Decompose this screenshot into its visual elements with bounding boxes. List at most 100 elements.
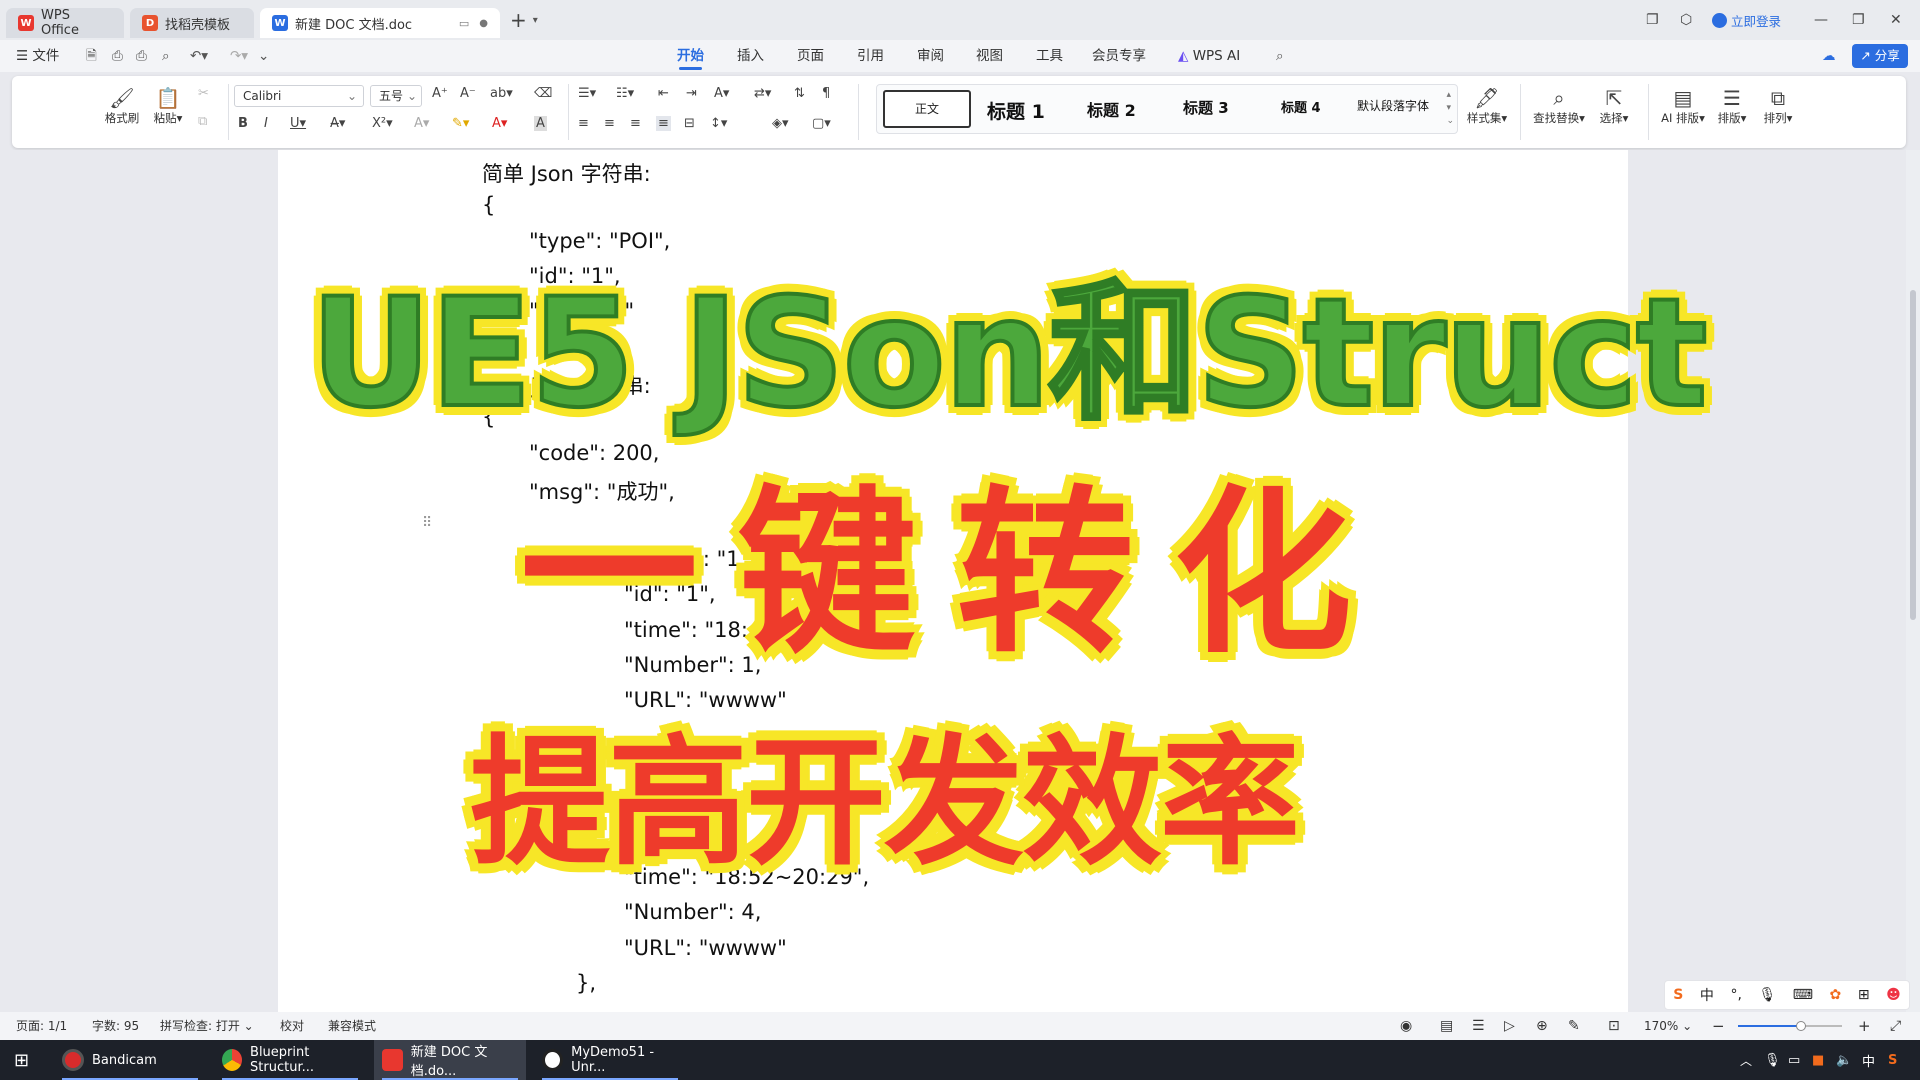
proofread-button[interactable]: 校对 [280,1012,304,1040]
char-shading-icon[interactable]: A [534,116,547,131]
scrollbar-thumb[interactable] [1910,290,1916,620]
ime-mode[interactable]: 中 [1700,985,1714,1005]
shading-icon[interactable]: ◈▾ [772,116,789,131]
minimize-icon[interactable]: — [1814,0,1828,40]
restore-layout-icon[interactable]: ❐ [1646,0,1659,40]
outline-view-icon[interactable]: ☰ [1472,1012,1485,1040]
tab-wps-office[interactable]: W WPS Office [6,8,124,38]
share-button[interactable]: ↗ 分享 [1852,44,1908,68]
tray-chevron-icon[interactable]: ︿ [1740,1040,1752,1080]
menu-tools[interactable]: 工具 [1036,40,1063,72]
tab-close-dot-icon[interactable]: ● [479,18,488,29]
menu-review[interactable]: 审阅 [917,40,944,72]
format-painter-button[interactable]: 🖌 格式刷 [100,86,144,126]
strikethrough-icon[interactable]: A̶▾ [330,116,345,131]
menu-page[interactable]: 页面 [797,40,824,72]
clear-format-icon[interactable]: ⌫ [534,86,552,101]
skin-icon[interactable]: ✿ [1830,987,1842,1003]
drag-handle-icon[interactable]: ⠿ [422,515,432,531]
pen-icon[interactable]: ✎ [1568,1012,1580,1040]
style-heading-3[interactable]: 标题 3 [1183,97,1229,118]
quick-access-chevron-icon[interactable]: ⌄ [258,40,269,72]
print-icon[interactable]: ⎙ [136,40,147,72]
copy-icon[interactable]: ⧉ [198,114,207,129]
taskbar-app-bandicam[interactable]: Bandicam [54,1040,206,1080]
font-name-select[interactable]: Calibri ⌄ [234,85,364,107]
style-normal[interactable]: 正文 [883,90,971,128]
taskbar-app-unreal[interactable]: MyDemo51 - Unr... [534,1040,686,1080]
web-view-icon[interactable]: ⊕ [1536,1012,1548,1040]
play-icon[interactable]: ▷ [1504,1012,1515,1040]
justify-icon[interactable]: ≡ [656,116,671,131]
align-left-icon[interactable]: ≡ [578,116,589,131]
highlight-icon[interactable]: ✎▾ [452,116,469,131]
grow-font-icon[interactable]: A⁺ [432,86,448,101]
menu-start[interactable]: 开始 [677,40,704,72]
tray-mic-icon[interactable]: 🎙 [1764,1040,1781,1080]
bold-icon[interactable]: B [238,116,248,131]
search-icon[interactable]: ⌕ [1276,40,1284,72]
tray-volume-icon[interactable]: 🔈 [1836,1040,1852,1080]
page-view-icon[interactable]: ▤ [1440,1012,1453,1040]
tray-sogou-icon[interactable]: S [1888,1040,1897,1080]
word-count[interactable]: 字数: 95 [92,1012,139,1040]
tray-orange-icon[interactable]: ■ [1812,1040,1824,1080]
cloud-icon[interactable]: ☁ [1822,40,1836,72]
text-direction-icon[interactable]: ⇄▾ [754,86,771,101]
login-button[interactable]: 立即登录 [1712,0,1781,40]
align-center-icon[interactable]: ≡ [604,116,615,131]
style-heading-1[interactable]: 标题 1 [987,97,1045,124]
select-button[interactable]: ⇱ 选择▾ [1594,86,1634,126]
sort-icon[interactable]: ⇅ [794,86,805,101]
taskbar-app-wps[interactable]: 新建 DOC 文档.do... [374,1040,526,1080]
numbered-list-icon[interactable]: ☷▾ [616,86,634,101]
close-icon[interactable]: ✕ [1890,0,1902,40]
style-default-para-font[interactable]: 默认段落字体 [1357,97,1429,114]
maximize-icon[interactable]: ❐ [1852,0,1865,40]
cube-icon[interactable]: ⬡ [1680,0,1692,40]
tab-docer-templates[interactable]: D 找稻壳模板 [130,8,254,38]
shrink-font-icon[interactable]: A⁻ [460,86,476,101]
grid-icon[interactable]: ⊞ [1858,987,1870,1003]
ai-layout-button[interactable]: ▤ AI 排版▾ [1658,86,1708,126]
redo-icon[interactable]: ↷▾ [230,40,248,72]
zoom-out-icon[interactable]: − [1712,1012,1725,1040]
layout-button[interactable]: ☰ 排版▾ [1712,86,1752,126]
italic-icon[interactable]: I [264,116,268,131]
zoom-in-icon[interactable]: + [1858,1012,1871,1040]
cut-icon[interactable]: ✂ [198,86,209,101]
show-marks-icon[interactable]: ¶ [822,86,830,101]
line-spacing-icon[interactable]: ↕▾ [710,116,727,131]
align-right-icon[interactable]: ≡ [630,116,641,131]
style-heading-2[interactable]: 标题 2 [1087,97,1136,121]
file-menu[interactable]: ☰ 文件 [16,40,59,72]
sogou-icon[interactable]: S [1673,987,1683,1003]
arrange-button[interactable]: ⧉ 排列▾ [1758,86,1798,126]
export-icon[interactable]: ⎙ [112,40,123,72]
fit-page-icon[interactable]: ⊡ [1608,1012,1620,1040]
tray-network-icon[interactable]: ▭ [1788,1040,1800,1080]
paste-button[interactable]: 📋 粘贴▾ [146,86,190,126]
mic-icon[interactable]: 🎙 [1758,987,1776,1003]
tab-new-doc[interactable]: W 新建 DOC 文档.doc ▭ ● [260,8,500,38]
borders-icon[interactable]: ▢▾ [812,116,831,131]
tray-lang[interactable]: 中 [1862,1040,1875,1080]
text-effect-icon[interactable]: A▾ [414,116,429,131]
spellcheck-toggle[interactable]: 拼写检查: 打开 ⌄ [160,1012,254,1040]
font-color-icon[interactable]: A▾ [492,116,507,131]
bullet-list-icon[interactable]: ☰▾ [578,86,596,101]
menu-view[interactable]: 视图 [976,40,1003,72]
zoom-slider[interactable] [1738,1021,1842,1031]
save-icon[interactable]: 🗎 [86,40,97,72]
taskbar-app-chrome[interactable]: Blueprint Structur... [214,1040,366,1080]
font-size-select[interactable]: 五号 ⌄ [370,85,422,107]
find-replace-button[interactable]: ⌕ 查找替换▾ [1528,86,1590,126]
print-preview-icon[interactable]: ⌕ [162,40,170,72]
distributed-icon[interactable]: ⊟ [684,116,695,131]
undo-icon[interactable]: ↶▾ [190,40,208,72]
decrease-indent-icon[interactable]: ⇤ [658,86,669,101]
superscript-icon[interactable]: X²▾ [372,116,393,131]
underline-icon[interactable]: U▾ [290,116,306,131]
zoom-slider-knob[interactable] [1796,1021,1806,1031]
phonetic-icon[interactable]: ab▾ [490,86,513,101]
